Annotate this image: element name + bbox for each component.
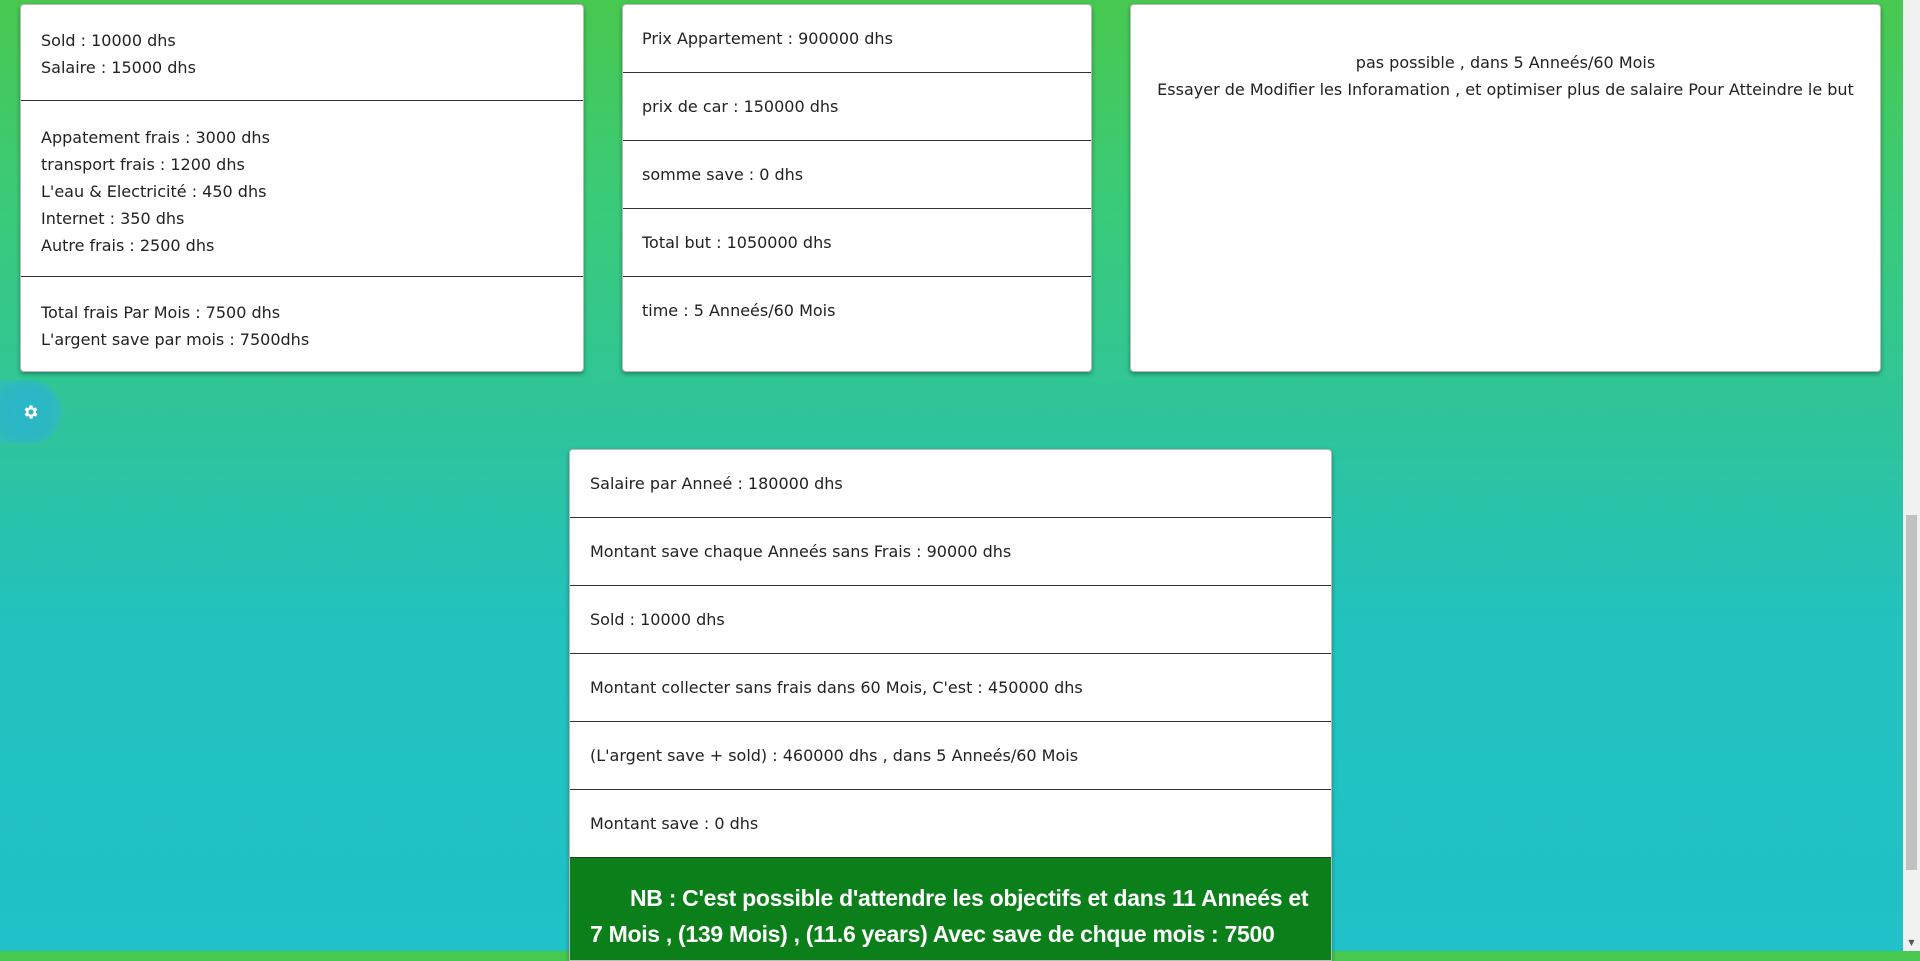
totals-section: Total frais Par Mois : 7500 dhs L'argent… [21,277,583,371]
transport-frais-text: transport frais : 1200 dhs [41,155,245,174]
result-card: pas possible , dans 5 Anneés/60 Mois Ess… [1130,4,1881,372]
vertical-scrollbar[interactable]: ▼ [1903,0,1920,951]
expenses-section: Appatement frais : 3000 dhs transport fr… [21,101,583,277]
scroll-down-arrow-icon[interactable]: ▼ [1903,934,1920,951]
somme-save-text: somme save : 0 dhs [623,141,1091,209]
montant-save-annee-text: Montant save chaque Anneés sans Frais : … [570,518,1331,586]
budget-card: Sold : 10000 dhs Salaire : 15000 dhs App… [20,4,584,372]
prix-appartement-text: Prix Appartement : 900000 dhs [623,5,1091,73]
eau-electricite-text: L'eau & Electricité : 450 dhs [41,182,267,201]
gear-icon [22,403,40,421]
time-text: time : 5 Anneés/60 Mois [642,301,836,320]
appartement-frais-text: Appatement frais : 3000 dhs [41,128,270,147]
total-frais-text: Total frais Par Mois : 7500 dhs [41,303,281,322]
summary-card: Salaire par Anneé : 180000 dhs Montant s… [569,449,1332,961]
autre-frais-text: Autre frais : 2500 dhs [41,236,215,255]
summary-sold-text: Sold : 10000 dhs [570,586,1331,654]
goals-card: Prix Appartement : 900000 dhs prix de ca… [622,4,1092,372]
prix-car-text: prix de car : 150000 dhs [623,73,1091,141]
nb-note: NB : C'est possible d'attendre les objec… [570,858,1331,960]
argent-save-text: L'argent save par mois : 7500dhs [41,330,310,349]
internet-text: Internet : 350 dhs [41,209,185,228]
montant-collecter-text: Montant collecter sans frais dans 60 Moi… [570,654,1331,722]
argent-save-sold-text: (L'argent save + sold) : 460000 dhs , da… [570,722,1331,790]
scroll-up-button[interactable] [1903,0,1920,17]
montant-save-text: Montant save : 0 dhs [570,790,1331,858]
salaire-annee-text: Salaire par Anneé : 180000 dhs [570,450,1331,518]
sold-text: Sold : 10000 dhs [41,31,176,50]
total-but-text: Total but : 1050000 dhs [623,209,1091,277]
settings-button[interactable] [0,381,62,443]
scrollbar-thumb[interactable] [1906,515,1917,870]
salaire-text: Salaire : 15000 dhs [41,58,196,77]
result-line-2: Essayer de Modifier les Inforamation , e… [1157,80,1854,99]
result-message: pas possible , dans 5 Anneés/60 Mois Ess… [1131,5,1880,103]
income-section: Sold : 10000 dhs Salaire : 15000 dhs [21,5,583,101]
result-line-1: pas possible , dans 5 Anneés/60 Mois [1355,53,1656,72]
